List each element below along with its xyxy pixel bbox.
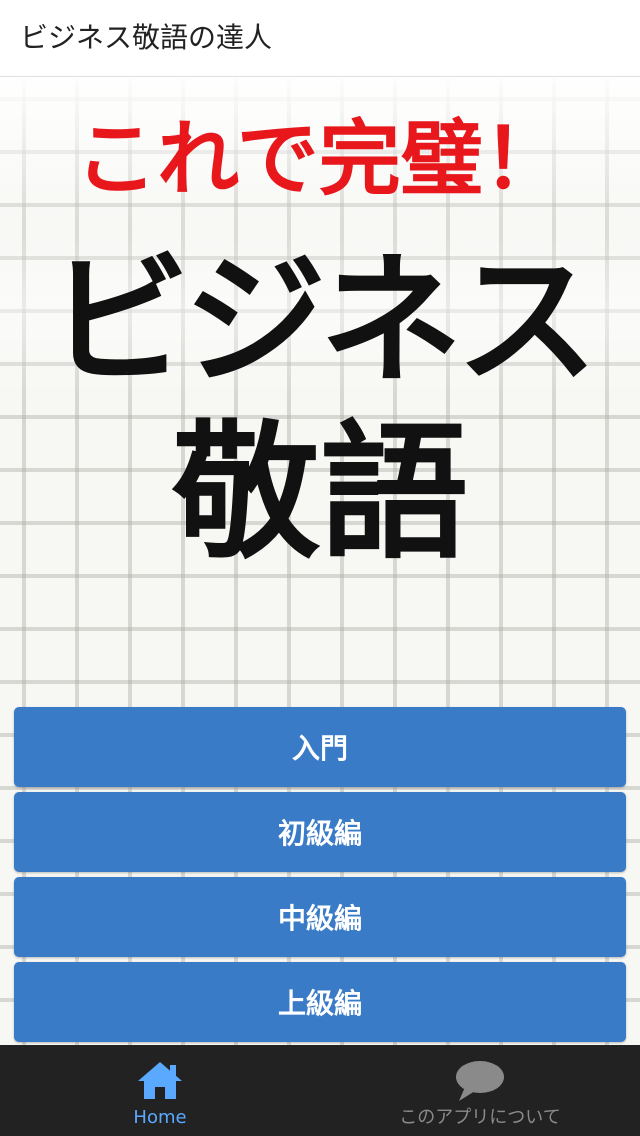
app-bar: ビジネス敬語の達人 xyxy=(0,0,640,77)
hero-subtitle: これで完璧！ xyxy=(75,111,565,207)
intermediate-button[interactable]: 中級編 xyxy=(14,877,626,957)
app-title: ビジネス敬語の達人 xyxy=(20,21,273,54)
hero-title-line2: 敬語 xyxy=(172,405,468,579)
tab-home[interactable]: Home xyxy=(0,1045,320,1136)
home-icon xyxy=(138,1062,182,1099)
bottom-tab-bar: Home このアプリについて xyxy=(0,1045,640,1136)
beginner-button[interactable]: 初級編 xyxy=(14,792,626,872)
advanced-button[interactable]: 上級編 xyxy=(14,962,626,1042)
chat-bubble-icon xyxy=(456,1061,504,1101)
level-menu: 入門 初級編 中級編 上級編 xyxy=(14,707,626,1045)
intro-button[interactable]: 入門 xyxy=(14,707,626,787)
tab-about[interactable]: このアプリについて xyxy=(320,1045,640,1136)
tab-about-label: このアプリについて xyxy=(399,1107,561,1128)
tab-home-label: Home xyxy=(133,1107,187,1128)
hero-title-line1: ビジネス xyxy=(48,238,598,404)
main-content: これで完璧！ ビジネス 敬語 入門 初級編 中級編 上級編 xyxy=(0,77,640,1045)
